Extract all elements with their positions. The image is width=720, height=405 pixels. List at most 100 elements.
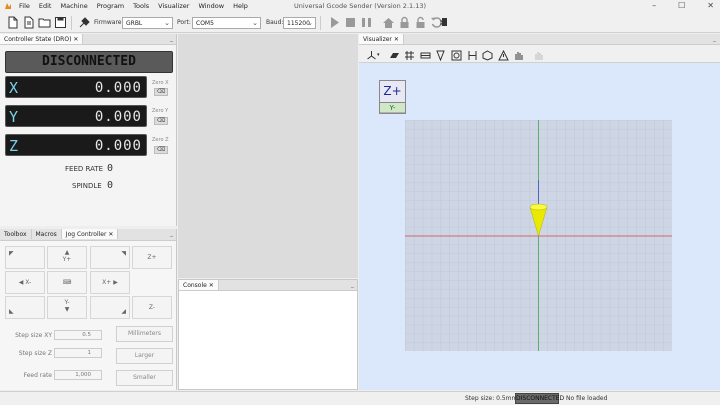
larger-button[interactable]: Larger <box>116 348 173 364</box>
tab-console[interactable]: Console ✕ <box>179 280 219 290</box>
jog-xplus-yminus-button[interactable]: ◢ <box>90 296 130 319</box>
home-icon[interactable] <box>382 16 395 29</box>
connect-plug-icon[interactable] <box>78 16 91 29</box>
arrow-up-left-icon: ◤ <box>9 250 14 257</box>
open-file-icon[interactable] <box>22 16 35 29</box>
tab-dro[interactable]: Controller State (DRO) ✕ <box>0 34 84 44</box>
zero-x-button[interactable]: ⌫ <box>154 88 168 96</box>
close-icon[interactable]: ✕ <box>707 1 714 10</box>
tab-visualizer-label: Visualizer <box>363 36 392 43</box>
chevron-down-icon: ⌄ <box>252 19 258 27</box>
firmware-select[interactable]: GRBL ⌄ <box>122 17 173 29</box>
close-icon[interactable]: ✕ <box>73 36 78 43</box>
step-size-status: Step size: 0.5mm <box>465 395 518 402</box>
close-icon[interactable]: ✕ <box>209 282 214 289</box>
jog-panel: Toolbox Macros Jog Controller ✕ _ ◤ ▲ Y+ ◥ … <box>0 229 177 390</box>
jog-xplus-yplus-button[interactable]: ◥ <box>90 246 130 269</box>
jog-zplus-button[interactable]: Z+ <box>132 246 172 269</box>
arrow-down-left-icon: ◣ <box>9 308 14 315</box>
lock-icon[interactable] <box>398 16 411 29</box>
zero-z-button[interactable]: ⌫ <box>154 146 168 154</box>
minimize-icon[interactable]: _ <box>351 281 354 288</box>
model-icon[interactable] <box>482 50 493 61</box>
grid-icon[interactable] <box>404 50 415 61</box>
tab-jog-controller[interactable]: Jog Controller ✕ <box>61 229 119 239</box>
minimize-icon[interactable]: _ <box>713 35 716 42</box>
plane-icon[interactable] <box>420 50 431 61</box>
baud-select[interactable]: 115200 ⌄ <box>283 17 316 29</box>
editor-area <box>178 34 358 278</box>
arrow-up-icon: ▲ <box>64 249 70 256</box>
dimensions-icon[interactable] <box>467 50 478 61</box>
file-status: No file loaded <box>566 395 608 402</box>
jog-center-button[interactable]: ⌨ <box>47 271 87 294</box>
chevron-down-icon: ⌄ <box>307 19 313 27</box>
connection-status-icon[interactable] <box>438 16 451 29</box>
jog-yminus-label: Y- <box>64 299 70 306</box>
jog-xminus-label: X- <box>25 279 32 286</box>
new-file-icon[interactable] <box>6 16 19 29</box>
title-bar: File Edit Machine Program Tools Visualiz… <box>0 0 720 13</box>
baud-label: Baud: <box>266 19 284 26</box>
tab-macros[interactable]: Macros <box>31 229 62 239</box>
tab-visualizer[interactable]: Visualizer ✕ <box>359 34 404 44</box>
firmware-label: Firmware: <box>94 19 124 26</box>
chevron-down-icon: ▾ <box>377 52 380 58</box>
orientation-cube[interactable]: Z+ Y- <box>379 80 406 114</box>
smaller-button[interactable]: Smaller <box>116 370 173 386</box>
arrow-left-icon: ◀ <box>18 279 24 286</box>
connection-state-badge: DISCONNECTED <box>515 393 565 404</box>
dro-y-value: 0.000 <box>94 109 142 125</box>
zero-z-label: Zero Z <box>152 137 169 143</box>
top-view-icon[interactable] <box>389 50 400 61</box>
main-toolbar: Firmware: GRBL ⌄ Port: COM5 ⌄ Baud: 115200… <box>0 13 720 33</box>
units-button[interactable]: Millimeters <box>116 326 173 342</box>
stop-icon[interactable] <box>344 16 357 29</box>
jog-zminus-button[interactable]: Z- <box>132 296 172 319</box>
feed-rate-input[interactable]: 1,000 <box>54 370 102 380</box>
jog-yplus-button[interactable]: ▲ Y+ <box>47 246 87 269</box>
status-bar: Step size: 0.5mm DISCONNECTED No file lo… <box>0 391 720 405</box>
view-menu-icon[interactable] <box>366 50 377 61</box>
port-select[interactable]: COM5 ⌄ <box>192 17 261 29</box>
warning-icon[interactable] <box>498 50 509 61</box>
dro-x-value: 0.000 <box>94 80 142 96</box>
close-icon[interactable]: ✕ <box>108 231 113 238</box>
hand-icon[interactable] <box>513 50 524 61</box>
save-icon[interactable] <box>54 16 67 29</box>
jog-xminus-yminus-button[interactable]: ◣ <box>5 296 45 319</box>
unlock-icon[interactable] <box>414 16 427 29</box>
step-xy-input[interactable]: 0.5 <box>54 330 102 340</box>
tab-toolbox[interactable]: Toolbox <box>0 229 32 239</box>
machine-icon[interactable] <box>451 50 462 61</box>
feed-rate-value: 0 <box>107 163 114 174</box>
step-z-input[interactable]: 1 <box>54 348 102 358</box>
dro-z-value: 0.000 <box>94 138 142 154</box>
arrow-down-right-icon: ◢ <box>121 308 126 315</box>
jog-xplus-button[interactable]: X+ ▶ <box>90 271 130 294</box>
spindle-value: 0 <box>107 180 114 191</box>
minimize-icon[interactable]: _ <box>170 35 173 42</box>
jog-pointer-icon[interactable] <box>533 50 544 61</box>
close-icon[interactable]: ✕ <box>394 36 399 43</box>
arrow-up-right-icon: ◥ <box>121 250 126 257</box>
dro-axis-label: Z <box>9 137 19 155</box>
jog-xminus-button[interactable]: ◀ X- <box>5 271 45 294</box>
maximize-icon[interactable]: ☐ <box>678 1 685 10</box>
port-label: Port: <box>177 19 191 26</box>
cube-front-face: Y- <box>380 102 405 112</box>
zero-y-button[interactable]: ⌫ <box>154 117 168 125</box>
folder-icon[interactable] <box>38 16 51 29</box>
port-value: COM5 <box>196 20 214 27</box>
tool-icon[interactable] <box>435 50 446 61</box>
dro-panel: Controller State (DRO) ✕ _ DISCONNECTED … <box>0 34 177 226</box>
pause-icon[interactable] <box>360 16 373 29</box>
jog-xminus-yplus-button[interactable]: ◤ <box>5 246 45 269</box>
backspace-icon: ⌫ <box>156 146 166 153</box>
tab-console-label: Console <box>183 282 207 289</box>
jog-yminus-button[interactable]: Y- ▼ <box>47 296 87 319</box>
minimize-icon[interactable]: – <box>652 1 656 10</box>
play-icon[interactable] <box>328 16 341 29</box>
minimize-icon[interactable]: _ <box>170 230 173 237</box>
window-title: Universal Gcode Sender (Version 2.1.13) <box>293 2 427 10</box>
